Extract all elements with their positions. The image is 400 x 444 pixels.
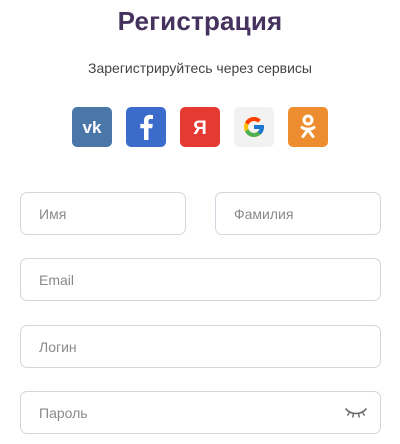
password-field bbox=[20, 391, 381, 434]
svg-text:vk: vk bbox=[83, 118, 102, 137]
social-login-buttons: vk Я bbox=[72, 107, 328, 147]
svg-text:Я: Я bbox=[193, 118, 207, 139]
yandex-icon: Я bbox=[193, 118, 207, 139]
vk-icon: vk bbox=[83, 118, 102, 137]
last-name-field bbox=[215, 192, 381, 235]
social-signup-caption: Зарегистрируйтесь через сервисы bbox=[88, 60, 312, 76]
odnoklassniki-login-button[interactable] bbox=[288, 107, 328, 147]
last-name-input[interactable] bbox=[216, 193, 380, 234]
first-name-field bbox=[20, 192, 186, 235]
email-input[interactable] bbox=[21, 259, 380, 300]
google-login-button[interactable] bbox=[234, 107, 274, 147]
vk-login-button[interactable]: vk bbox=[72, 107, 112, 147]
first-name-input[interactable] bbox=[21, 193, 185, 234]
eye-closed-icon[interactable] bbox=[345, 406, 367, 420]
facebook-icon bbox=[140, 114, 153, 140]
email-field bbox=[20, 258, 381, 301]
facebook-login-button[interactable] bbox=[126, 107, 166, 147]
login-input[interactable] bbox=[21, 326, 380, 367]
login-field bbox=[20, 325, 381, 368]
yandex-login-button[interactable]: Я bbox=[180, 107, 220, 147]
password-input[interactable] bbox=[21, 392, 380, 433]
google-icon bbox=[244, 117, 264, 137]
page-title: Регистрация bbox=[117, 6, 283, 36]
odnoklassniki-icon bbox=[300, 114, 316, 138]
